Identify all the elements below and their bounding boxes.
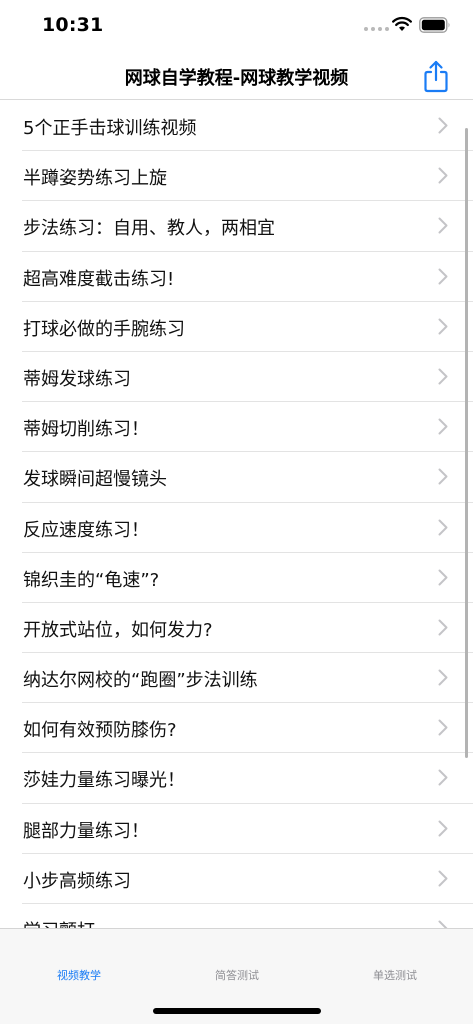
battery-icon: [419, 17, 450, 33]
list-item-label: 超高难度截击练习!: [23, 268, 175, 290]
chevron-right-icon: [438, 619, 448, 636]
list-item-label: 腿部力量练习！: [23, 820, 149, 842]
list-item-label: 蒂姆切削练习！: [23, 419, 149, 441]
video-list[interactable]: 5个正手击球训练视频 半蹲姿势练习上旋 步法练习：自用、教人，两相宜 超高难度截…: [0, 101, 473, 928]
list-item-label: 如何有效预防膝伤?: [23, 720, 177, 742]
list-item-label: 打球必做的手腕练习: [23, 318, 185, 340]
chevron-right-icon: [438, 669, 448, 686]
list-item-label: 纳达尔网校的“跑圈”步法训练: [23, 670, 258, 692]
navigation-bar: 网球自学教程-网球教学视频: [0, 52, 473, 100]
chevron-right-icon: [438, 318, 448, 335]
list-item[interactable]: 发球瞬间超慢镜头: [0, 452, 473, 503]
home-indicator[interactable]: [153, 1008, 321, 1014]
screen: 10:31 网球自学教程-网球教学视频 5个正手击球训练视频 半蹲姿势练习上旋 …: [0, 0, 473, 1024]
chevron-right-icon: [438, 167, 448, 184]
list-item[interactable]: 5个正手击球训练视频: [0, 101, 473, 152]
tab-single-choice-test[interactable]: 单选测试: [316, 967, 473, 983]
list-item[interactable]: 腿部力量练习！: [0, 804, 473, 855]
scroll-indicator[interactable]: [465, 128, 468, 758]
page-title: 网球自学教程-网球教学视频: [124, 68, 349, 89]
share-icon[interactable]: [422, 58, 450, 94]
chevron-right-icon: [438, 719, 448, 736]
list-item[interactable]: 学习颤打: [0, 904, 473, 928]
status-bar: 10:31: [0, 0, 473, 52]
list-item-label: 锦织圭的“龟速”?: [23, 569, 160, 591]
chevron-right-icon: [438, 820, 448, 837]
chevron-right-icon: [438, 368, 448, 385]
list-item[interactable]: 反应速度练习！: [0, 503, 473, 553]
list-item-label: 蒂姆发球练习: [23, 368, 131, 390]
chevron-right-icon: [438, 268, 448, 285]
list-item-label: 小步高频练习: [23, 870, 131, 892]
chevron-right-icon: [438, 769, 448, 786]
list-item-label: 学习颤打: [23, 917, 95, 928]
tab-short-answer-test[interactable]: 简答测试: [158, 967, 316, 983]
list-item-label: 步法练习：自用、教人，两相宜: [23, 218, 275, 240]
list-item-label: 5个正手击球训练视频: [23, 118, 197, 139]
chevron-right-icon: [438, 870, 448, 887]
list-item-label: 开放式站位，如何发力?: [23, 619, 213, 641]
signal-dots-icon: [364, 27, 389, 31]
list-item[interactable]: 蒂姆发球练习: [0, 352, 473, 403]
list-item[interactable]: 开放式站位，如何发力?: [0, 603, 473, 654]
list-item[interactable]: 超高难度截击练习!: [0, 252, 473, 302]
chevron-right-icon: [438, 217, 448, 234]
list-item[interactable]: 打球必做的手腕练习: [0, 302, 473, 353]
chevron-right-icon: [438, 569, 448, 586]
list-item[interactable]: 半蹲姿势练习上旋: [0, 151, 473, 202]
chevron-right-icon: [438, 117, 448, 134]
chevron-right-icon: [438, 920, 448, 928]
list-item[interactable]: 蒂姆切削练习！: [0, 402, 473, 453]
list-item[interactable]: 纳达尔网校的“跑圈”步法训练: [0, 653, 473, 704]
chevron-right-icon: [438, 519, 448, 535]
status-time: 10:31: [42, 14, 104, 36]
list-item[interactable]: 如何有效预防膝伤?: [0, 703, 473, 754]
tab-video-tutorial[interactable]: 视频教学: [0, 967, 158, 983]
list-item[interactable]: 锦织圭的“龟速”?: [0, 553, 473, 604]
list-item[interactable]: 莎娃力量练习曝光！: [0, 753, 473, 804]
chevron-right-icon: [438, 468, 448, 485]
tab-bar: 视频教学 简答测试 单选测试: [0, 928, 473, 1024]
list-item[interactable]: 小步高频练习: [0, 854, 473, 905]
list-item-label: 莎娃力量练习曝光！: [23, 770, 185, 792]
list-item-label: 半蹲姿势练习上旋: [23, 168, 167, 190]
list-item-label: 发球瞬间超慢镜头: [23, 469, 167, 491]
list-item-label: 反应速度练习！: [23, 519, 149, 541]
wifi-icon: [392, 16, 412, 31]
list-item[interactable]: 步法练习：自用、教人，两相宜: [0, 201, 473, 252]
chevron-right-icon: [438, 418, 448, 435]
